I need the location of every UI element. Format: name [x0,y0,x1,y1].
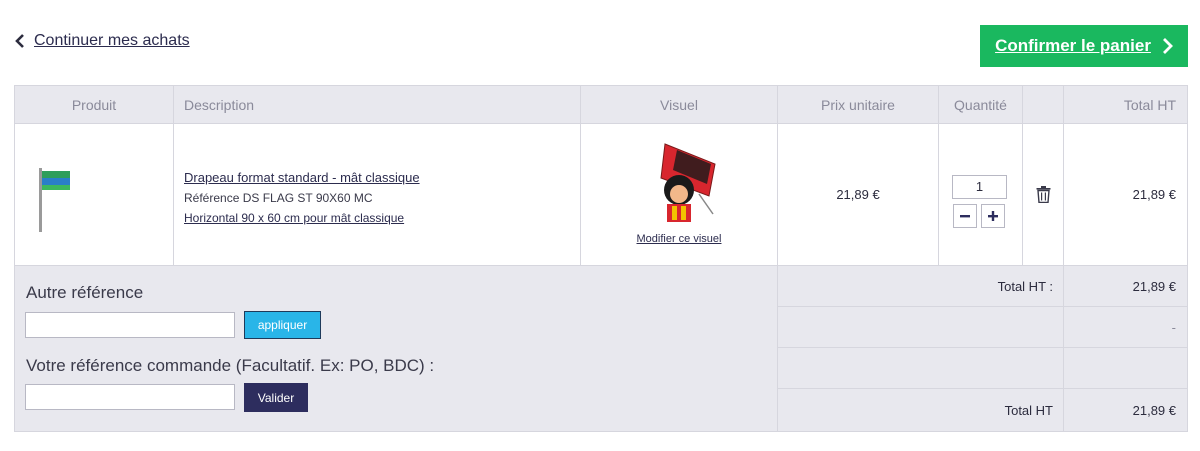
modify-visual-link[interactable]: Modifier ce visuel [581,233,777,245]
summary-label: Total HT : [778,266,1064,306]
confirm-cart-button[interactable]: Confirmer le panier [980,25,1188,67]
header-total-ht: Total HT [1123,96,1176,113]
header-produit: Produit [15,86,174,123]
trash-icon[interactable] [1036,186,1051,203]
order-reference-label: Votre référence commande (Facultatif. Ex… [26,356,435,375]
continue-shopping-link[interactable]: Continuer mes achats [14,32,190,50]
table-header: Produit Description Visuel Prix unitaire… [15,86,1187,124]
unit-price: 21,89 € [778,124,939,265]
cart-table: Produit Description Visuel Prix unitaire… [14,85,1188,432]
other-reference-input[interactable] [25,312,235,338]
line-total: 21,89 € [1132,187,1176,202]
flag-visual-image [637,134,725,228]
cart-footer: Autre référence appliquer Votre référenc… [15,266,1187,431]
reference-panel: Autre référence appliquer Votre référenc… [15,266,778,431]
chevron-right-icon [1161,38,1173,54]
order-reference-input[interactable] [25,384,235,410]
quantity-cell: 1 [939,124,1023,265]
continue-shopping-label: Continuer mes achats [34,32,190,49]
product-cell [15,124,174,265]
summary-row: Total HT : 21,89 € [778,266,1187,307]
quantity-decrease-button[interactable] [953,204,977,228]
summary-label [778,348,1064,388]
header-description: Description [174,86,581,123]
validate-button[interactable]: Valider [244,383,308,412]
quantity-increase-button[interactable] [981,204,1005,228]
confirm-cart-label: Confirmer le panier [995,36,1151,55]
summary-row: - [778,307,1187,348]
visual-cell: Modifier ce visuel [581,124,778,265]
summary-panel: Total HT : 21,89 € - Total HT 21,89 € [778,266,1187,431]
chevron-left-icon [14,34,26,48]
header-quantite: Quantité [939,86,1023,123]
plus-icon [988,211,998,221]
summary-row: Total HT 21,89 € [778,389,1187,431]
table-row: Drapeau format standard - mât classique … [15,124,1187,266]
summary-value: 21,89 € [1132,402,1176,418]
header-visuel: Visuel [581,86,778,123]
summary-row [778,348,1187,389]
header-actions [1023,86,1064,123]
top-bar: Continuer mes achats Confirmer le panier [0,0,1200,85]
product-flag-image [39,168,70,232]
header-prix-unitaire: Prix unitaire [778,86,939,123]
summary-label [778,307,1064,347]
description-cell: Drapeau format standard - mât classique … [174,124,581,265]
summary-value: 21,89 € [1132,278,1176,294]
summary-label: Total HT [778,389,1064,431]
other-reference-label: Autre référence [26,283,144,302]
quantity-input[interactable]: 1 [952,175,1007,199]
apply-button[interactable]: appliquer [244,311,321,339]
summary-value: - [1171,319,1176,335]
product-dimensions-link[interactable]: Horizontal 90 x 60 cm pour mât classique [184,208,580,228]
minus-icon [960,215,970,218]
actions-cell [1023,124,1064,265]
summary-value [1064,348,1187,388]
product-title-link[interactable]: Drapeau format standard - mât classique [184,168,580,188]
product-reference: Référence DS FLAG ST 90X60 MC [184,191,373,205]
